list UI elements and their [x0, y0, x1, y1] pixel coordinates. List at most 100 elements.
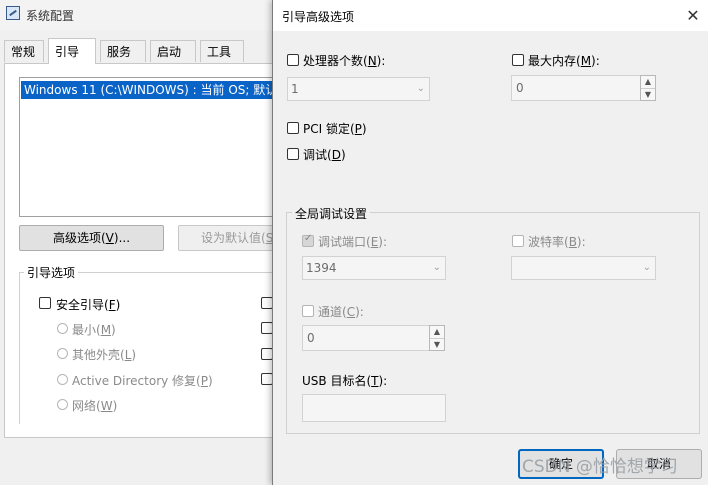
channel-spin-buttons[interactable]: ▲ ▼	[429, 325, 445, 351]
debug-port-select[interactable]: 1394 ⌄	[302, 256, 446, 280]
safe-boot-text: 安全引导(	[56, 298, 109, 312]
channel-text-end: ):	[355, 305, 364, 319]
tab-services[interactable]: 服务	[100, 40, 146, 62]
debug-label: 调试(D)	[303, 146, 346, 163]
tab-tools[interactable]: 工具	[200, 40, 244, 62]
safe-boot-text-end: )	[115, 298, 121, 312]
spin-up-icon[interactable]: ▲	[430, 326, 444, 339]
channel-label: 通道(C):	[318, 303, 364, 320]
debug-port-text-end: ):	[378, 235, 388, 249]
num-processors-checkbox[interactable]	[287, 54, 299, 66]
active-directory-text-end: )	[208, 374, 213, 388]
os-list-item[interactable]: Windows 11 (C:\WINDOWS) : 当前 OS; 默认 OS	[21, 81, 288, 99]
safe-boot-checkbox[interactable]	[39, 297, 51, 309]
network-key: W	[100, 399, 113, 413]
minimal-label: 最小(M)	[72, 321, 116, 338]
num-processors-select[interactable]: 1 ⌄	[287, 77, 430, 101]
advanced-options-label: 高级选项(	[52, 231, 106, 245]
set-default-button[interactable]: 设为默认值(S	[178, 225, 278, 251]
active-directory-radio[interactable]	[57, 374, 68, 385]
dialog-title-bar: 引导高级选项 ✕	[273, 0, 708, 31]
channel-value: 0	[307, 331, 315, 345]
active-directory-label: Active Directory 修复(P)	[72, 372, 213, 389]
baud-rate-label: 波特率(B):	[528, 233, 586, 250]
channel-spinbox[interactable]: 0	[302, 325, 430, 351]
pci-lock-label: PCI 锁定(P)	[303, 120, 367, 137]
num-processors-text: 处理器个数(	[303, 54, 368, 68]
max-memory-value: 0	[516, 81, 524, 95]
max-memory-label: 最大内存(M):	[528, 52, 600, 69]
num-processors-value: 1	[291, 82, 299, 96]
channel-checkbox[interactable]	[302, 305, 314, 317]
debug-key: D	[331, 148, 341, 162]
max-memory-checkbox[interactable]	[512, 54, 524, 66]
debug-port-value: 1394	[306, 261, 337, 275]
chevron-down-icon: ⌄	[416, 83, 425, 94]
tab-startup[interactable]: 启动	[150, 40, 196, 62]
network-label: 网络(W)	[72, 397, 117, 414]
usb-target-text: USB 目标名(	[302, 374, 372, 388]
spin-down-icon[interactable]: ▼	[430, 339, 444, 351]
tab-general[interactable]: 常规	[4, 40, 44, 62]
minimal-text: 最小(	[72, 323, 101, 337]
max-memory-text-end: ):	[591, 54, 600, 68]
advanced-options-label-end: )...	[113, 231, 131, 245]
boot-options-group-label: 引导选项	[24, 264, 79, 281]
network-radio[interactable]	[57, 399, 68, 410]
minimal-radio[interactable]	[57, 323, 68, 334]
usb-target-input[interactable]	[302, 394, 446, 422]
network-text-end: )	[112, 399, 118, 413]
os-list[interactable]: Windows 11 (C:\WINDOWS) : 当前 OS; 默认 OS	[19, 77, 289, 217]
max-memory-spin-buttons[interactable]: ▲ ▼	[640, 75, 656, 101]
alternate-shell-label: 其他外壳(L)	[72, 346, 136, 363]
max-memory-spinbox[interactable]: 0	[511, 75, 641, 101]
alternate-shell-radio[interactable]	[57, 348, 68, 359]
network-text: 网络(	[72, 399, 101, 413]
debug-port-label: 调试端口(E):	[318, 233, 387, 250]
set-default-label: 设为默认值(	[201, 231, 266, 245]
num-processors-text-end: ):	[376, 54, 386, 68]
active-directory-text: Active Directory 修复(	[72, 374, 201, 388]
chevron-down-icon: ⌄	[642, 262, 651, 273]
pci-lock-text-end: )	[361, 122, 367, 136]
active-directory-key: P	[200, 374, 208, 388]
debug-port-text: 调试端口(	[318, 235, 371, 249]
tab-boot[interactable]: 引导	[48, 38, 96, 64]
baud-rate-text-end: ):	[576, 235, 586, 249]
safe-boot-label: 安全引导(F)	[56, 296, 120, 313]
num-processors-key: N	[367, 54, 377, 68]
global-debug-group-label: 全局调试设置	[292, 205, 371, 222]
max-memory-text: 最大内存(	[528, 54, 581, 68]
usb-target-label: USB 目标名(T):	[302, 372, 387, 389]
baud-rate-checkbox[interactable]	[512, 235, 524, 247]
debug-port-checkbox[interactable]	[302, 233, 314, 247]
safe-boot-key: F	[108, 298, 116, 312]
channel-text: 通道(	[318, 305, 347, 319]
msconfig-app-icon	[6, 6, 20, 20]
baud-rate-select[interactable]: ⌄	[511, 256, 656, 280]
spin-up-icon[interactable]: ▲	[641, 76, 655, 89]
alternate-shell-text: 其他外壳(	[72, 348, 125, 362]
max-memory-key: M	[580, 54, 592, 68]
advanced-options-key: V	[105, 231, 114, 245]
watermark-text: CSDN @恰恰想学习	[522, 457, 678, 477]
debug-text-end: )	[340, 148, 346, 162]
usb-target-text-end: ):	[378, 374, 388, 388]
pci-lock-key: P	[354, 122, 362, 136]
spin-down-icon[interactable]: ▼	[641, 89, 655, 101]
alternate-shell-text-end: )	[131, 348, 137, 362]
advanced-options-button[interactable]: 高级选项(V)...	[19, 225, 164, 251]
channel-key: C	[346, 305, 356, 319]
debug-checkbox[interactable]	[287, 148, 299, 160]
window-title: 系统配置	[26, 9, 75, 23]
close-icon[interactable]: ✕	[681, 5, 705, 27]
baud-rate-text: 波特率(	[528, 235, 569, 249]
boot-advanced-options-dialog: 引导高级选项 ✕ 处理器个数(N): 1 ⌄ 最大内存(M): 0 ▲ ▼ PC…	[272, 0, 708, 485]
num-processors-label: 处理器个数(N):	[303, 52, 385, 69]
pci-lock-checkbox[interactable]	[287, 122, 299, 134]
minimal-text-end: )	[111, 323, 116, 337]
chevron-down-icon: ⌄	[432, 262, 441, 273]
baud-rate-key: B	[568, 235, 577, 249]
pci-lock-text: PCI 锁定(	[303, 122, 355, 136]
debug-text: 调试(	[303, 148, 332, 162]
